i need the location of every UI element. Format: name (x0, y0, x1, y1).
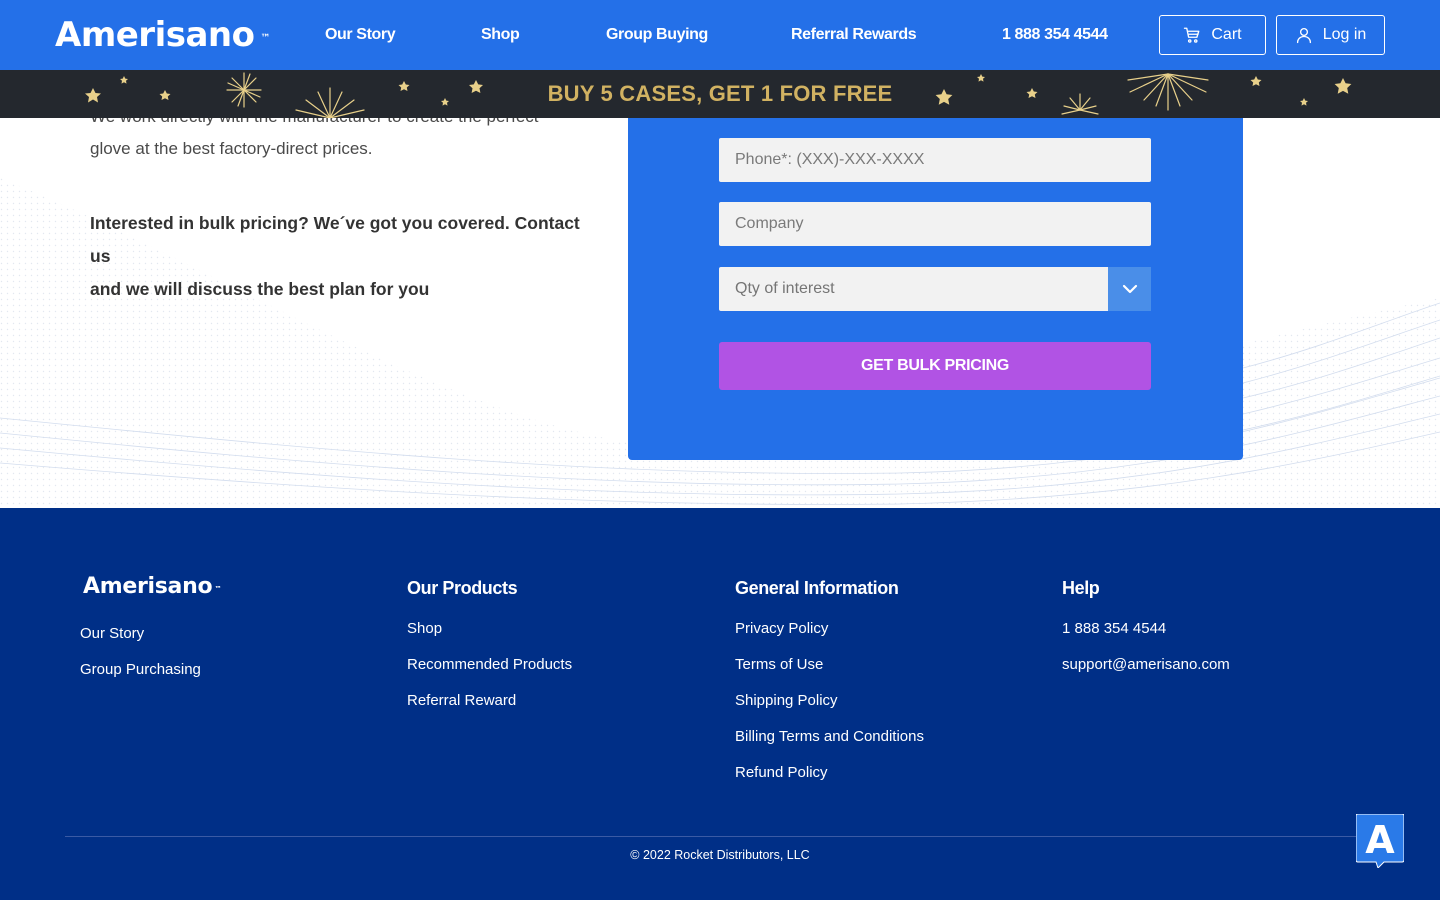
copyright-text: © 2022 Rocket Distributors, LLC (630, 848, 810, 862)
company-input[interactable] (735, 202, 1151, 246)
footer-link-phone[interactable]: 1 888 354 4544 (1062, 619, 1166, 639)
footer-link-recommended-products[interactable]: Recommended Products (407, 655, 572, 675)
nav-our-story[interactable]: Our Story (325, 24, 396, 46)
site-footer: Amerisano ™ Our Story Group Purchasing Ou… (0, 508, 1440, 900)
company-field[interactable] (719, 202, 1151, 246)
phone-input[interactable] (735, 138, 1151, 182)
footer-link-group-purchasing[interactable]: Group Purchasing (80, 660, 201, 680)
bulk-pricing-callout: Interested in bulk pricing? We´ve got yo… (90, 207, 600, 306)
callout-line-1: Interested in bulk pricing? We´ve got yo… (90, 213, 580, 266)
footer-logo[interactable]: Amerisano ™ (83, 574, 222, 600)
footer-link-terms-of-use[interactable]: Terms of Use (735, 655, 823, 675)
logo-trademark: ™ (260, 33, 271, 44)
footer-link-support-email[interactable]: support@amerisano.com (1062, 655, 1230, 675)
get-bulk-pricing-button[interactable]: GET BULK PRICING (719, 342, 1151, 390)
nav-referral-rewards[interactable]: Referral Rewards (791, 24, 917, 46)
nav-group-buying[interactable]: Group Buying (606, 24, 708, 46)
login-button[interactable]: Log in (1276, 15, 1385, 55)
site-header: Amerisano ™ Our Story Shop Group Buying R… (0, 0, 1440, 70)
intro-paragraph: We work directly with the manufacturer t… (90, 118, 590, 165)
logo-text: Amerisano (55, 15, 255, 55)
nav-shop[interactable]: Shop (481, 24, 520, 46)
promo-banner[interactable]: BUY 5 CASES, GET 1 FOR FREE (0, 70, 1440, 118)
cart-icon (1184, 27, 1200, 43)
widget-letter: A (1365, 818, 1395, 862)
footer-link-shop[interactable]: Shop (407, 619, 442, 639)
footer-logo-trademark: ™ (214, 585, 222, 593)
promo-text: BUY 5 CASES, GET 1 FOR FREE (547, 81, 893, 106)
qty-select[interactable]: Qty of interest (719, 267, 1151, 311)
footer-link-refund-policy[interactable]: Refund Policy (735, 763, 828, 783)
footer-heading-help: Help (1062, 578, 1100, 598)
footer-heading-general: General Information (735, 578, 899, 598)
header-logo[interactable]: Amerisano ™ (55, 14, 270, 56)
accessibility-widget-icon: A (1355, 813, 1405, 869)
user-icon (1296, 27, 1311, 44)
accessibility-widget-button[interactable]: A (1355, 813, 1405, 869)
bulk-pricing-section: We work directly with the manufacturer t… (0, 118, 1440, 508)
footer-link-shipping-policy[interactable]: Shipping Policy (735, 691, 838, 711)
footer-link-billing-terms[interactable]: Billing Terms and Conditions (735, 727, 924, 747)
header-phone-link[interactable]: 1 888 354 4544 (1002, 24, 1108, 46)
intro-line-2: glove at the best factory-direct prices. (90, 139, 373, 158)
qty-selected-value: Qty of interest (735, 280, 835, 297)
phone-field[interactable] (719, 138, 1151, 182)
bulk-pricing-form: Qty of interest GET BULK PRICING (628, 118, 1243, 460)
chevron-down-icon (1122, 284, 1137, 294)
cart-label: Cart (1211, 26, 1242, 43)
login-label: Log in (1322, 26, 1367, 43)
footer-heading-products: Our Products (407, 578, 518, 598)
intro-line-1: We work directly with the manufacturer t… (90, 118, 590, 133)
footer-divider (65, 836, 1375, 837)
qty-dropdown-toggle[interactable] (1108, 267, 1151, 311)
footer-link-referral-reward[interactable]: Referral Reward (407, 691, 516, 711)
footer-link-privacy-policy[interactable]: Privacy Policy (735, 619, 828, 639)
footer-link-our-story[interactable]: Our Story (80, 624, 144, 644)
cart-button[interactable]: Cart (1159, 15, 1266, 55)
callout-line-2: and we will discuss the best plan for yo… (90, 279, 430, 299)
footer-logo-text: Amerisano (83, 574, 213, 599)
